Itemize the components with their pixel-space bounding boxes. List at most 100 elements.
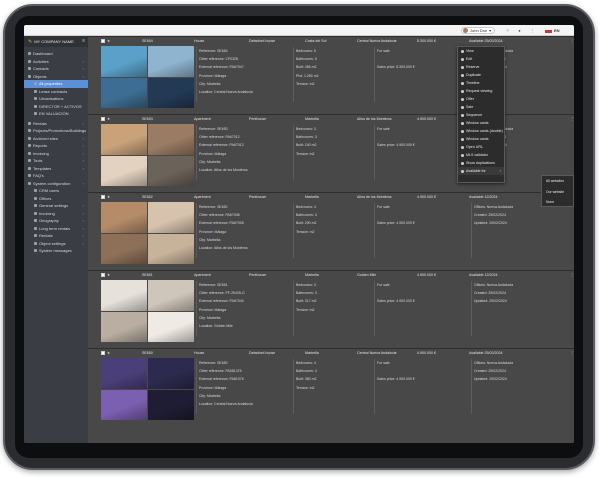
star-icon[interactable]: ★: [107, 273, 110, 277]
submenu-item[interactable]: None: [542, 197, 573, 208]
row-checkbox[interactable]: [101, 39, 105, 43]
property-photo[interactable]: [101, 358, 147, 389]
property-photo[interactable]: [101, 202, 147, 233]
property-photo[interactable]: [101, 77, 147, 108]
action-menu-item[interactable]: Window cards: [458, 119, 504, 127]
action-menu-item[interactable]: Show duplications: [458, 159, 504, 167]
sidebar-item[interactable]: Activities ›: [24, 58, 88, 66]
submenu-item[interactable]: Our website: [542, 187, 573, 198]
user-menu[interactable]: John Doe ▾: [461, 27, 496, 34]
action-menu-item[interactable]: Timeline: [458, 79, 504, 87]
sidebar-item[interactable]: Tools ›: [24, 157, 88, 165]
property-photo[interactable]: [101, 46, 147, 77]
action-menu-item[interactable]: Reserve: [458, 63, 504, 71]
property-photo[interactable]: [148, 358, 194, 389]
sidebar-item[interactable]: Long term rentals ›: [24, 225, 88, 233]
submenu-item[interactable]: All websites: [542, 176, 573, 187]
sidebar-item[interactable]: FAQ's: [24, 172, 88, 180]
action-menu-item[interactable]: Offer: [458, 95, 504, 103]
grid-icon[interactable]: ⋮: [529, 27, 536, 34]
sidebar-item[interactable]: Urbanisations: [24, 95, 88, 103]
flag-icon[interactable]: [545, 28, 552, 33]
property-photo[interactable]: [101, 233, 147, 264]
action-menu-item[interactable]: MLS validator: [458, 151, 504, 159]
star-icon[interactable]: ★: [107, 39, 110, 43]
property-photo[interactable]: [148, 77, 194, 108]
table-row[interactable]: ★ SE651 Apartment Penthouse Marbella Golden M…: [88, 270, 574, 348]
sidebar-item[interactable]: CRM users: [24, 187, 88, 195]
sidebar-item[interactable]: Rentals ›: [24, 120, 88, 128]
property-photo[interactable]: [101, 389, 147, 420]
property-photo[interactable]: [148, 233, 194, 264]
sidebar-item[interactable]: Lease contracts: [24, 88, 88, 96]
row-price: 4.900.000 €: [417, 350, 436, 355]
action-menu-item[interactable]: Sequence: [458, 111, 504, 119]
sidebar-item[interactable]: Object settings ›: [24, 240, 88, 248]
property-photo[interactable]: [148, 124, 194, 155]
property-photo[interactable]: [148, 389, 194, 420]
sidebar-item[interactable]: Objects ›: [24, 73, 88, 81]
sidebar-item[interactable]: General settings ›: [24, 202, 88, 210]
table-row[interactable]: ★ SE652 Apartment Penthouse Marbella Altos de…: [88, 192, 574, 270]
row-checkbox[interactable]: [101, 273, 105, 277]
action-menu-item[interactable]: Available for ›: [458, 167, 504, 175]
action-menu-item[interactable]: Edit: [458, 55, 504, 63]
photo-grid[interactable]: [101, 202, 194, 264]
more-actions-icon[interactable]: ⋮: [570, 273, 574, 277]
sidebar-item[interactable]: All properties: [24, 80, 88, 88]
star-icon[interactable]: ★: [107, 117, 110, 121]
company-header[interactable]: ✎ MY COMPANY NAME ≡: [24, 36, 88, 47]
action-menu-item[interactable]: View: [458, 47, 504, 55]
action-menu-item[interactable]: Open URL: [458, 143, 504, 151]
more-actions-icon[interactable]: ⋮: [570, 39, 574, 43]
property-photo[interactable]: [148, 280, 194, 311]
sidebar-item[interactable]: System messages: [24, 247, 88, 255]
more-actions-icon[interactable]: ⋮: [570, 117, 574, 121]
row-checkbox[interactable]: [101, 117, 105, 121]
photo-grid[interactable]: [101, 280, 194, 342]
sidebar-item[interactable]: Reports ›: [24, 142, 88, 150]
property-photo[interactable]: [101, 124, 147, 155]
language-selector[interactable]: EN: [554, 28, 560, 33]
property-photo[interactable]: [148, 46, 194, 77]
sidebar-item[interactable]: Rentals ›: [24, 232, 88, 240]
row-action-menu: View Edit Reserve Duplicate Timeline Request …: [457, 46, 505, 183]
property-photo[interactable]: [148, 202, 194, 233]
star-icon[interactable]: ★: [107, 351, 110, 355]
sidebar-item[interactable]: Invoicing ›: [24, 210, 88, 218]
photo-grid[interactable]: [101, 124, 194, 186]
star-icon[interactable]: ★: [107, 195, 110, 199]
action-menu-item[interactable]: Window cards (double): [458, 127, 504, 135]
property-photo[interactable]: [101, 155, 147, 186]
photo-grid[interactable]: [101, 358, 194, 420]
hamburger-icon[interactable]: ≡: [82, 38, 85, 44]
sidebar-item[interactable]: Dashboard: [24, 50, 88, 58]
sidebar-item[interactable]: Offices: [24, 195, 88, 203]
action-menu-item[interactable]: Sale: [458, 103, 504, 111]
sidebar-item[interactable]: System configuration ›: [24, 180, 88, 188]
help-icon[interactable]: ?: [504, 27, 511, 34]
sidebar-item[interactable]: Invoicing ›: [24, 150, 88, 158]
table-row[interactable]: ★ SE650 House Detached house Marbella Central…: [88, 348, 574, 426]
menu-item-icon: [461, 97, 464, 101]
photo-grid[interactable]: [101, 46, 194, 108]
sidebar-item[interactable]: Templates ›: [24, 165, 88, 173]
property-photo[interactable]: [148, 155, 194, 186]
property-photo[interactable]: [101, 311, 147, 342]
row-specs-line: Bathrooms: 5: [296, 57, 317, 62]
action-menu-item[interactable]: Duplicate: [458, 71, 504, 79]
property-photo[interactable]: [148, 311, 194, 342]
sidebar-item[interactable]: Projects/Promotions/Buildings ›: [24, 127, 88, 135]
bell-icon[interactable]: ●: [516, 27, 523, 34]
more-actions-icon[interactable]: ⋮: [570, 351, 574, 355]
action-menu-item[interactable]: Window cards: [458, 135, 504, 143]
sidebar-item[interactable]: Contacts ›: [24, 65, 88, 73]
sidebar-item[interactable]: DIRECTOR + ACTIVOS: [24, 103, 88, 111]
action-menu-item[interactable]: Request viewing: [458, 87, 504, 95]
sidebar-item[interactable]: Geography ›: [24, 217, 88, 225]
row-checkbox[interactable]: [101, 351, 105, 355]
row-checkbox[interactable]: [101, 195, 105, 199]
property-photo[interactable]: [101, 280, 147, 311]
sidebar-item[interactable]: Archived sites ›: [24, 135, 88, 143]
sidebar-item[interactable]: EN VALUACIÓN: [24, 110, 88, 118]
